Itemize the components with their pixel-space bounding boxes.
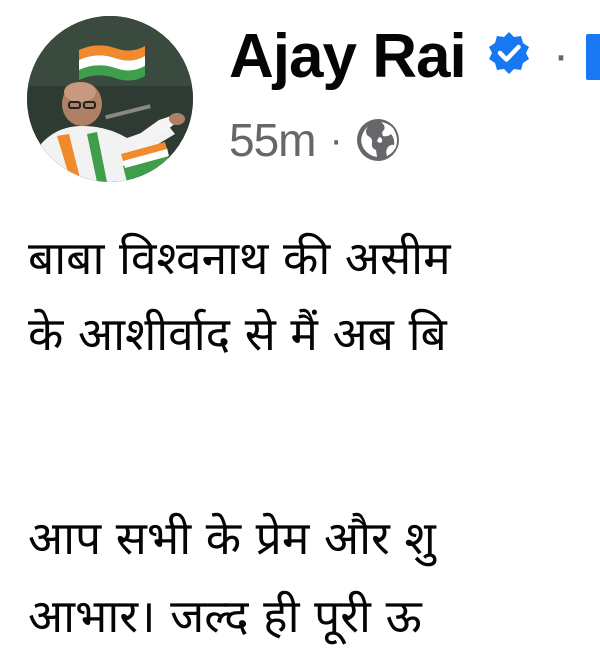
post-timestamp[interactable]: 55m (229, 110, 316, 170)
post-text: बाबा विश्वनाथ की असीम के आशीर्वाद से मैं… (28, 208, 600, 652)
meta-separator: · (329, 118, 343, 162)
post-text-line: आप सभी के प्रेम और शु (28, 511, 436, 565)
post-text-line: के आशीर्वाद से मैं अब बि (28, 307, 447, 361)
avatar-image (27, 16, 193, 182)
post-header: Ajay Rai · 55m · (0, 0, 600, 200)
name-separator: · (553, 29, 569, 82)
verified-badge-icon (489, 32, 529, 74)
post-text-line: आभार। जल्द ही पूरी ऊ (28, 589, 422, 643)
avatar[interactable] (27, 16, 193, 182)
globe-icon[interactable] (355, 117, 401, 163)
author-name[interactable]: Ajay Rai (229, 22, 467, 92)
post-text-line: बाबा विश्वनाथ की असीम (28, 231, 451, 285)
post-meta: 55m · (229, 108, 401, 172)
follow-button[interactable] (586, 34, 600, 80)
